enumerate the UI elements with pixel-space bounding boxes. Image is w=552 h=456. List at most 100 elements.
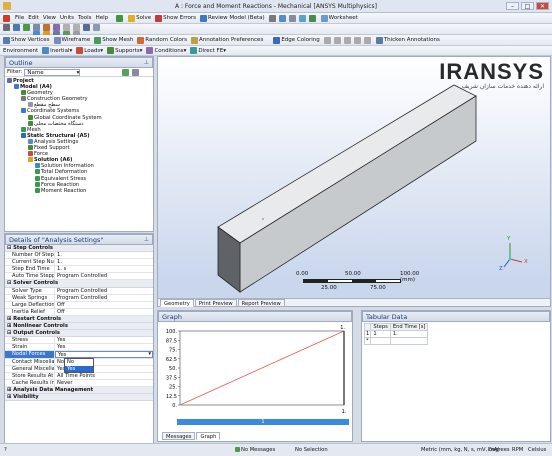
show-vertices-button[interactable]: Show Vertices xyxy=(3,36,50,44)
pin-icon[interactable]: ⊥ xyxy=(144,235,149,245)
details-row[interactable]: Number Of Steps 1. xyxy=(5,252,153,260)
details-row[interactable]: Cache Results in Me...Never xyxy=(5,379,153,387)
maximize-button[interactable]: □ xyxy=(521,2,534,10)
time-step-bar[interactable]: 1 xyxy=(177,419,349,425)
menu-tools[interactable]: Tools xyxy=(78,15,92,21)
thicken-annotations-button[interactable]: Thicken Annotations xyxy=(375,36,440,44)
nodal-forces-dropdown[interactable]: No Yes xyxy=(64,358,94,374)
menu-edit[interactable]: Edit xyxy=(28,15,39,21)
direct-fe-button[interactable]: Direct FE ▾ xyxy=(190,47,226,54)
iso-view-icon[interactable] xyxy=(83,24,90,31)
view-toolbar xyxy=(0,24,552,38)
loads-icon xyxy=(76,47,84,54)
supports-button[interactable]: Supports ▾ xyxy=(107,47,142,54)
menu-help[interactable]: Help xyxy=(96,15,109,21)
magnifier-icon[interactable] xyxy=(53,24,60,31)
vertex-icon[interactable] xyxy=(288,14,296,22)
graph-tabs: Messages Graph xyxy=(162,432,221,440)
close-button[interactable]: ✕ xyxy=(536,2,549,10)
help-icon[interactable]: ? xyxy=(4,447,7,453)
rotate-icon[interactable] xyxy=(3,24,10,31)
wireframe-button[interactable]: Wireframe xyxy=(53,36,90,44)
app-menu-icon[interactable] xyxy=(3,14,10,22)
body-icon[interactable] xyxy=(308,14,316,22)
face-icon[interactable] xyxy=(298,14,306,22)
refresh-icon[interactable] xyxy=(116,14,124,22)
tab-graph[interactable]: Graph xyxy=(196,432,221,440)
supports-icon xyxy=(107,47,115,54)
details-group-header[interactable]: ⊟ Solver Controls xyxy=(5,280,153,288)
details-group-header[interactable]: ⊟ Output Controls xyxy=(5,330,153,338)
details-group-header[interactable]: ⊞ Visibility xyxy=(5,393,153,402)
conditions-button[interactable]: Conditions ▾ xyxy=(146,47,186,54)
pin-icon[interactable]: ⊥ xyxy=(144,58,149,68)
tab-geometry[interactable]: Geometry xyxy=(160,299,194,307)
rpm-status[interactable]: RPM xyxy=(512,447,523,453)
edge-style-icon[interactable] xyxy=(353,36,361,44)
menu-units[interactable]: Units xyxy=(60,15,74,21)
menu-file[interactable]: File xyxy=(15,15,24,21)
dropdown-option[interactable]: Yes xyxy=(65,365,93,373)
tab-print-preview[interactable]: Print Preview xyxy=(194,299,237,307)
fit-icon[interactable] xyxy=(43,24,50,31)
previous-view-icon[interactable] xyxy=(63,24,70,31)
tree-node[interactable]: Moment Reaction xyxy=(7,187,153,194)
messages-status[interactable]: No Messages xyxy=(235,447,275,453)
annotation-preferences-button[interactable]: Annotation Preferences xyxy=(191,36,263,44)
annotation-icon xyxy=(191,36,199,44)
show-errors-button[interactable]: Show Errors xyxy=(155,14,196,22)
tab-messages[interactable]: Messages xyxy=(162,432,196,440)
box-select-icon[interactable] xyxy=(278,14,286,22)
details-row[interactable]: Step End Time 1. s xyxy=(5,266,153,274)
tree-node-icon xyxy=(28,102,33,108)
geometry-viewport[interactable]: IRANSYS ارائه دهنده خدمات سازان شریف Y X… xyxy=(157,56,551,307)
details-row[interactable]: Auto Time SteppingProgram Controlled xyxy=(5,273,153,281)
details-row[interactable]: Current Step Number1. xyxy=(5,259,153,267)
worksheet-icon xyxy=(320,14,328,22)
scale-tick-label: 100.00 (mm) xyxy=(400,271,420,283)
loads-button[interactable]: Loads ▾ xyxy=(76,47,103,54)
box-zoom-icon[interactable] xyxy=(33,24,40,31)
table-row[interactable]: 1 1 1. xyxy=(363,330,429,338)
filter-icon[interactable] xyxy=(122,68,130,76)
details-row[interactable]: Nodal Forces Yes ▾ No Yes xyxy=(5,351,153,374)
x-tick-label: 1. xyxy=(342,409,347,415)
details-group-header[interactable]: ⊞ Nonlinear Controls xyxy=(5,323,153,331)
tab-report-preview[interactable]: Report Preview xyxy=(237,299,285,307)
zoom-icon[interactable] xyxy=(23,24,30,31)
inertial-button[interactable]: Inertial ▾ xyxy=(42,47,72,54)
degrees-status[interactable]: Degrees xyxy=(488,447,510,453)
edge-coloring-button[interactable]: Edge Coloring xyxy=(273,36,320,44)
details-group-header[interactable]: ⊞ Restart Controls xyxy=(5,315,153,324)
details-row[interactable]: Large Deflection Off xyxy=(5,301,153,309)
menu-view[interactable]: View xyxy=(43,15,56,21)
details-row[interactable]: Weak Springs Program Controlled xyxy=(5,294,153,302)
next-view-icon[interactable] xyxy=(73,24,80,31)
show-mesh-button[interactable]: Show Mesh xyxy=(94,36,133,44)
review-model-button[interactable]: Review Model (Beta) xyxy=(200,14,265,22)
details-row[interactable]: Inertia Relief Off xyxy=(5,308,153,316)
details-row[interactable]: Solver Type Program Controlled xyxy=(5,287,153,295)
collapse-icon[interactable] xyxy=(132,68,140,76)
y-tick-label: 0. xyxy=(172,403,177,409)
filter-select[interactable]: Name ▾ xyxy=(24,68,81,76)
select-icon[interactable] xyxy=(268,14,276,22)
details-row[interactable]: Stress Yes xyxy=(5,337,153,345)
worksheet-button[interactable]: Worksheet xyxy=(320,14,358,22)
celsius-status[interactable]: Celsius xyxy=(528,447,546,453)
column-header: End Time [s] xyxy=(389,323,429,331)
edge-style-icon[interactable] xyxy=(333,36,341,44)
edge-style-icon[interactable] xyxy=(323,36,331,44)
details-row[interactable]: Store Results At All Time Points xyxy=(5,372,153,380)
details-group-header[interactable]: ⊟ Step Controls xyxy=(5,245,153,253)
pan-icon[interactable] xyxy=(13,24,20,31)
edge-style-icon[interactable] xyxy=(343,36,351,44)
details-group-header[interactable]: ⊞ Analysis Data Management xyxy=(5,386,153,394)
chevron-down-icon[interactable]: ▾ xyxy=(148,351,151,358)
minimize-button[interactable]: – xyxy=(506,2,519,10)
solve-button[interactable]: Solve xyxy=(128,14,151,22)
edge-style-icon[interactable] xyxy=(363,36,371,44)
random-colors-button[interactable]: Random Colors xyxy=(137,36,187,44)
details-row[interactable]: Strain Yes xyxy=(5,344,153,352)
view-icon[interactable] xyxy=(93,24,100,31)
